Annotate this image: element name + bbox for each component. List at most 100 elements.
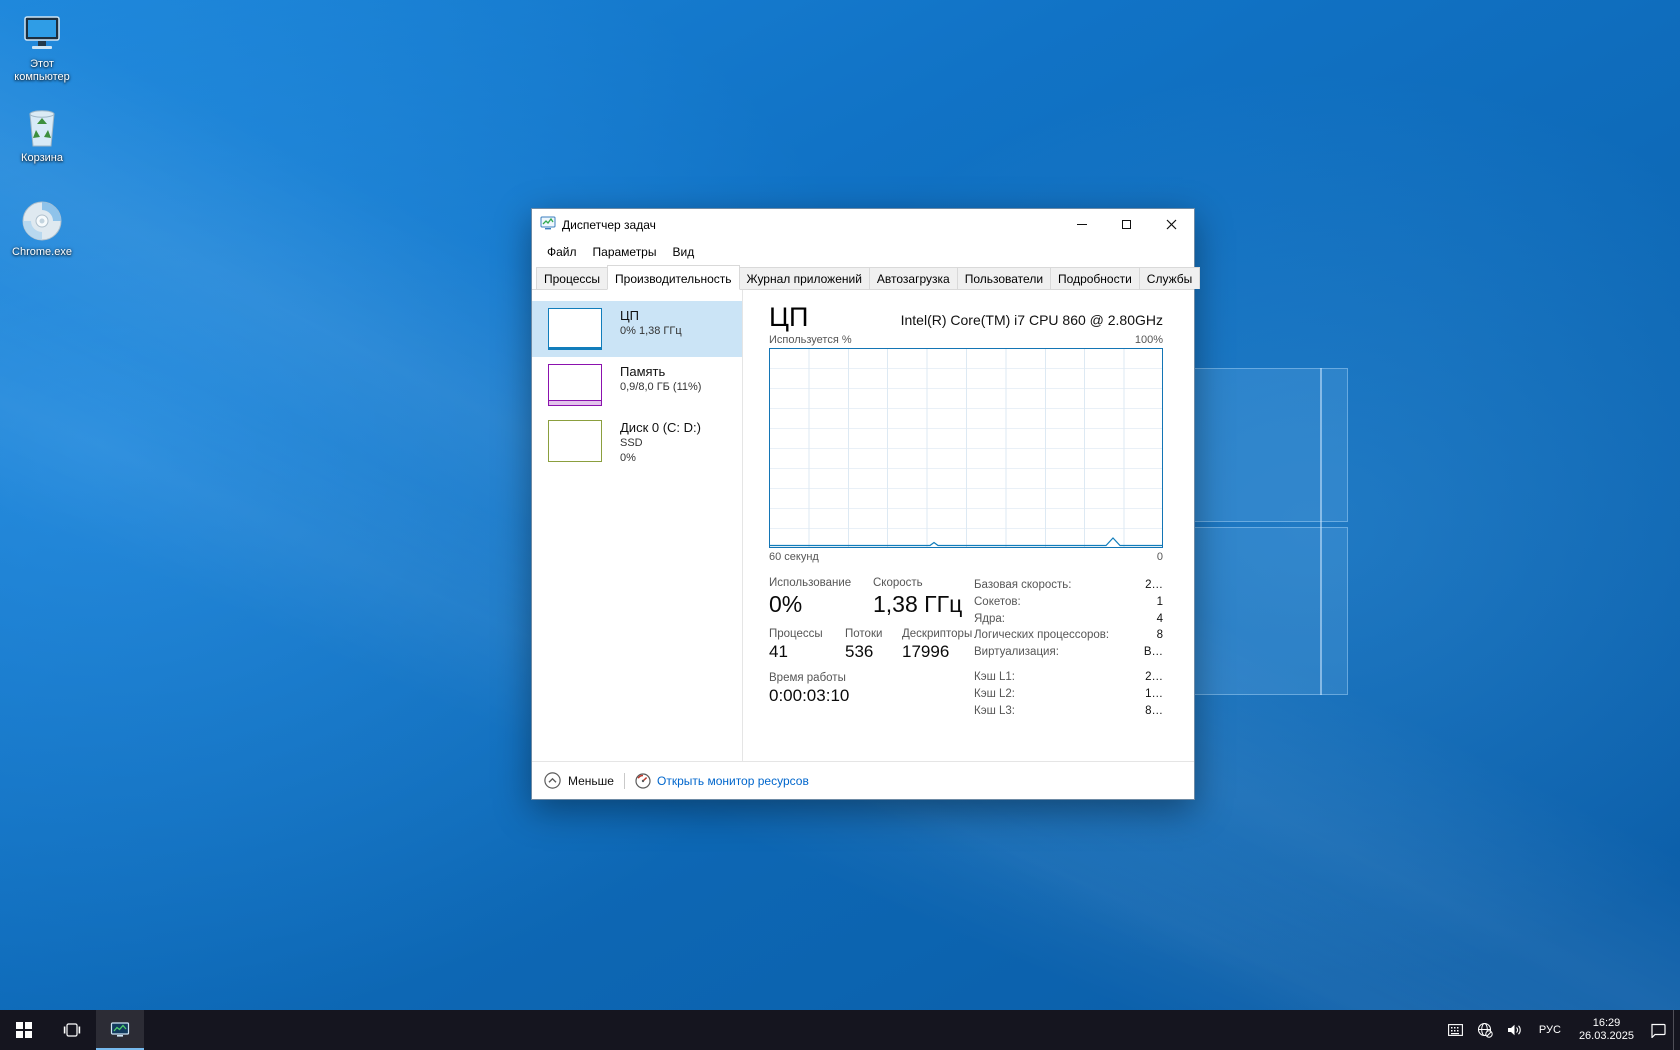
processes-value: 41 <box>769 642 845 662</box>
taskbar-task-manager-button[interactable] <box>96 1010 144 1050</box>
action-center-button[interactable] <box>1643 1010 1673 1050</box>
menu-view[interactable]: Вид <box>664 243 702 261</box>
clock-date: 26.03.2025 <box>1579 1030 1634 1043</box>
detail-value: 1 <box>1157 594 1163 611</box>
window-footer: Меньше Открыть монитор ресурсов <box>532 761 1194 799</box>
threads-value: 536 <box>845 642 902 662</box>
desktop: Этот компьютер Корзина Chrome.exe <box>0 0 1680 1050</box>
globe-no-internet-icon <box>1477 1022 1493 1038</box>
panel-heading: ЦП <box>769 302 808 332</box>
wallpaper-window-pane <box>1190 368 1348 522</box>
window-title: Диспетчер задач <box>562 218 656 232</box>
tab-processes[interactable]: Процессы <box>536 267 608 289</box>
detail-label: Базовая скорость: <box>974 577 1071 594</box>
task-view-button[interactable] <box>48 1010 96 1050</box>
resource-monitor-icon <box>635 773 651 789</box>
menu-options[interactable]: Параметры <box>585 243 665 261</box>
sidebar-memory-title: Память <box>620 364 701 379</box>
detail-label: Кэш L3: <box>974 703 1015 720</box>
sidebar-item-disk0[interactable]: Диск 0 (C: D:) SSD 0% <box>532 413 742 472</box>
graph-ymax: 100% <box>1135 334 1163 346</box>
maximize-button[interactable] <box>1104 209 1149 240</box>
cpu-stats-block: Использование 0% Скорость 1,38 ГГц Проце… <box>769 577 974 719</box>
detail-value: 8 <box>1157 627 1163 644</box>
disc-icon <box>4 200 80 242</box>
detail-label: Кэш L2: <box>974 686 1015 703</box>
detail-label: Сокетов: <box>974 594 1021 611</box>
tab-startup[interactable]: Автозагрузка <box>869 267 958 289</box>
minimize-icon <box>1077 224 1087 225</box>
fewer-details-label: Меньше <box>568 774 614 788</box>
detail-label: Кэш L1: <box>974 669 1015 686</box>
speaker-icon <box>1507 1023 1523 1037</box>
detail-label: Виртуализация: <box>974 644 1059 661</box>
handles-label: Дескрипторы <box>902 628 972 640</box>
action-center-icon <box>1650 1023 1666 1038</box>
graph-xlabel: 60 секунд <box>769 551 819 563</box>
uptime-value: 0:00:03:10 <box>769 686 974 706</box>
taskbar-clock[interactable]: 16:29 26.03.2025 <box>1570 1010 1643 1050</box>
volume-button[interactable] <box>1500 1010 1530 1050</box>
tab-details[interactable]: Подробности <box>1050 267 1140 289</box>
speed-label: Скорость <box>873 577 962 589</box>
uptime-label: Время работы <box>769 672 974 684</box>
threads-label: Потоки <box>845 628 902 640</box>
cpu-performance-panel: ЦП Intel(R) Core(TM) i7 CPU 860 @ 2.80GH… <box>743 290 1194 761</box>
tab-users[interactable]: Пользователи <box>957 267 1051 289</box>
language-indicator[interactable]: РУС <box>1530 1010 1570 1050</box>
sidebar-item-memory[interactable]: Память 0,9/8,0 ГБ (11%) <box>532 357 742 413</box>
tab-performance[interactable]: Производительность <box>607 265 739 290</box>
sidebar-cpu-sub: 0% 1,38 ГГц <box>620 325 682 338</box>
sidebar-disk-title: Диск 0 (C: D:) <box>620 420 701 435</box>
detail-value: В… <box>1144 644 1163 661</box>
chevron-up-circle-icon <box>544 772 561 789</box>
menu-file[interactable]: Файл <box>539 243 585 261</box>
close-button[interactable] <box>1149 209 1194 240</box>
open-resource-monitor-link[interactable]: Открыть монитор ресурсов <box>635 773 809 789</box>
detail-value: 2… <box>1145 669 1163 686</box>
tab-app-history[interactable]: Журнал приложений <box>739 267 870 289</box>
wallpaper-window-pane-edge <box>1320 368 1322 695</box>
cpu-usage-line <box>770 349 1162 547</box>
desktop-icon-this-pc[interactable]: Этот компьютер <box>4 12 80 84</box>
processes-label: Процессы <box>769 628 845 640</box>
detail-value: 1… <box>1145 686 1163 703</box>
windows-logo-icon <box>16 1022 32 1038</box>
maximize-icon <box>1122 220 1131 229</box>
sidebar-disk-sub2: 0% <box>620 452 701 465</box>
touch-keyboard-icon <box>1448 1024 1463 1036</box>
graph-xmin: 0 <box>1157 551 1163 563</box>
sidebar-disk-sub1: SSD <box>620 437 701 450</box>
system-tray: РУС 16:29 26.03.2025 <box>1441 1010 1680 1050</box>
network-status-button[interactable] <box>1470 1010 1500 1050</box>
menu-bar: Файл Параметры Вид <box>532 240 1194 263</box>
cpu-model-name: Intel(R) Core(TM) i7 CPU 860 @ 2.80GHz <box>901 312 1163 332</box>
sidebar-item-cpu[interactable]: ЦП 0% 1,38 ГГц <box>532 301 742 357</box>
desktop-icon-label: Этот компьютер <box>4 58 80 84</box>
show-desktop-button[interactable] <box>1673 1010 1680 1050</box>
sidebar-memory-sub: 0,9/8,0 ГБ (11%) <box>620 381 701 394</box>
cpu-details-block: Базовая скорость:2… Сокетов:1 Ядра:4 Лог… <box>974 577 1163 719</box>
speed-value: 1,38 ГГц <box>873 591 962 618</box>
tab-services[interactable]: Службы <box>1139 267 1200 289</box>
fewer-details-button[interactable]: Меньше <box>544 772 614 789</box>
minimize-button[interactable] <box>1059 209 1104 240</box>
touch-keyboard-button[interactable] <box>1441 1010 1470 1050</box>
desktop-icon-chrome-exe[interactable]: Chrome.exe <box>4 200 80 259</box>
cpu-mini-graph <box>548 308 602 350</box>
taskmgr-app-icon <box>540 215 556 234</box>
desktop-icon-recycle-bin[interactable]: Корзина <box>4 106 80 165</box>
detail-value: 2… <box>1145 577 1163 594</box>
usage-value: 0% <box>769 591 873 618</box>
start-button[interactable] <box>0 1010 48 1050</box>
cpu-usage-graph <box>769 348 1163 548</box>
task-manager-taskbar-icon <box>110 1021 130 1039</box>
detail-label: Ядра: <box>974 611 1005 628</box>
detail-value: 8… <box>1145 703 1163 720</box>
task-manager-window: Диспетчер задач Файл Параметры Вид Проце… <box>531 208 1195 800</box>
title-bar[interactable]: Диспетчер задач <box>532 209 1194 240</box>
open-resource-monitor-label: Открыть монитор ресурсов <box>657 774 809 788</box>
recycle-bin-icon <box>4 106 80 148</box>
graph-ylabel: Используется % <box>769 334 852 346</box>
this-pc-icon <box>4 12 80 54</box>
